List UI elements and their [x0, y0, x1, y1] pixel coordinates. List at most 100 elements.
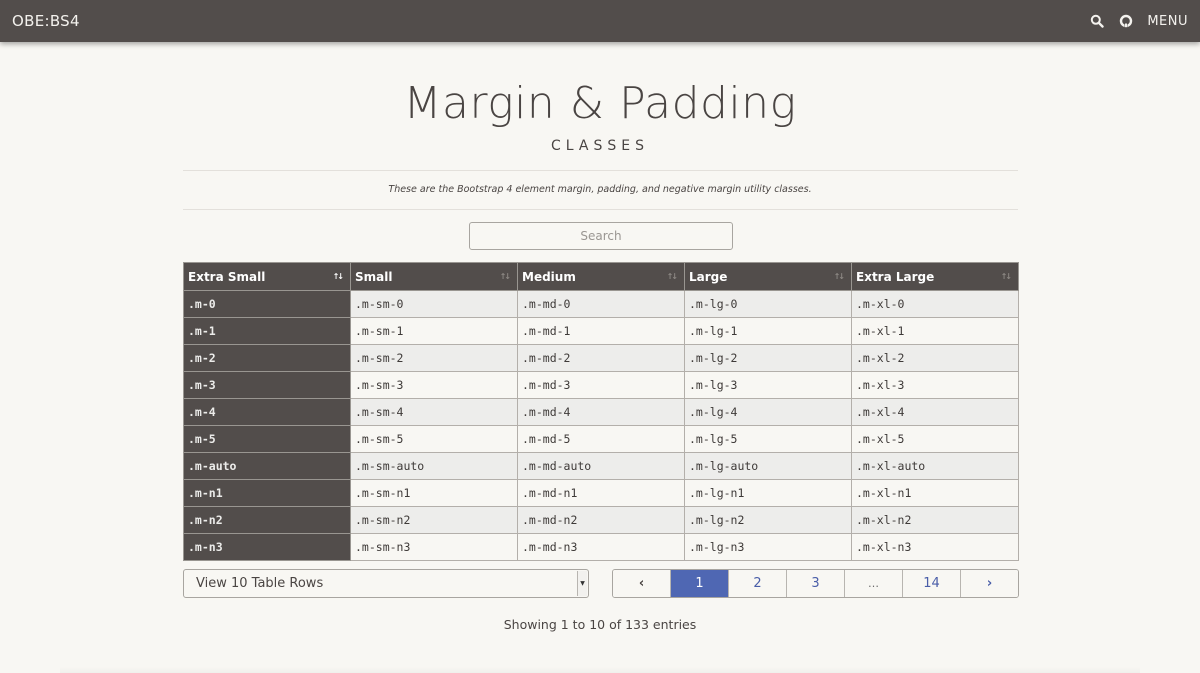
table-cell: .m-0 — [183, 290, 351, 318]
table-cell: .m-5 — [183, 425, 351, 453]
table-cell: .m-md-4 — [517, 398, 685, 426]
footer-shadow — [60, 667, 1140, 673]
table-cell: .m-sm-1 — [350, 317, 518, 345]
table-cell: .m-sm-4 — [350, 398, 518, 426]
table-row: .m-auto .m-sm-auto .m-md-auto .m-lg-auto .m-… — [183, 452, 1019, 480]
sort-icon[interactable]: ↑↓ — [667, 272, 678, 281]
navbar-actions: MENU — [1089, 13, 1188, 29]
table-cell: .m-xl-2 — [851, 344, 1019, 372]
table-cell: .m-lg-2 — [684, 344, 852, 372]
classes-table: Extra Small ↑↓ Small ↑↓ Medium ↑↓ Large ↑↓ E… — [183, 262, 1019, 561]
pagination-prev[interactable]: ‹ — [613, 570, 671, 597]
navbar: OBE:BS4 MENU — [0, 0, 1200, 42]
table-row: .m-n3 .m-sm-n3 .m-md-n3 .m-lg-n3 .m-xl-n3 — [183, 533, 1019, 561]
sort-icon[interactable]: ↑↓ — [1001, 272, 1012, 281]
page-subtitle: CLASSES — [551, 138, 649, 154]
table-cell: .m-2 — [183, 344, 351, 372]
rows-per-page-select[interactable]: View 10 Table Rows ▼ — [183, 569, 589, 598]
table-cell: .m-md-n1 — [517, 479, 685, 507]
table-cell: .m-md-1 — [517, 317, 685, 345]
table-cell: .m-4 — [183, 398, 351, 426]
table-cell: .m-sm-auto — [350, 452, 518, 480]
table-header-row: Extra Small ↑↓ Small ↑↓ Medium ↑↓ Large ↑↓ E… — [183, 262, 1019, 291]
table-cell: .m-xl-3 — [851, 371, 1019, 399]
column-label: Small — [355, 269, 393, 284]
table-cell: .m-sm-n1 — [350, 479, 518, 507]
sort-icon[interactable]: ↑↓ — [500, 272, 511, 281]
table-row: .m-0 .m-sm-0 .m-md-0 .m-lg-0 .m-xl-0 — [183, 290, 1019, 318]
table-cell: .m-md-n3 — [517, 533, 685, 561]
table-cell: .m-xl-0 — [851, 290, 1019, 318]
search-input[interactable] — [469, 222, 733, 250]
table-cell: .m-1 — [183, 317, 351, 345]
table-cell: .m-sm-2 — [350, 344, 518, 372]
pagination-page-14[interactable]: 14 — [903, 570, 961, 597]
table-cell: .m-sm-5 — [350, 425, 518, 453]
table-cell: .m-lg-n1 — [684, 479, 852, 507]
table-cell: .m-md-auto — [517, 452, 685, 480]
menu-button[interactable]: MENU — [1147, 14, 1188, 29]
table-body: .m-0 .m-sm-0 .m-md-0 .m-lg-0 .m-xl-0 .m-1 .m-s… — [183, 290, 1019, 561]
table-cell: .m-auto — [183, 452, 351, 480]
table-cell: .m-lg-auto — [684, 452, 852, 480]
pagination-page-3[interactable]: 3 — [787, 570, 845, 597]
column-label: Medium — [522, 269, 576, 284]
table-cell: .m-md-0 — [517, 290, 685, 318]
column-header-extra-small[interactable]: Extra Small ↑↓ — [183, 262, 351, 291]
table-cell: .m-3 — [183, 371, 351, 399]
table-cell: .m-lg-4 — [684, 398, 852, 426]
pagination: ‹ 1 2 3 … 14 › — [612, 569, 1019, 598]
column-header-extra-large[interactable]: Extra Large ↑↓ — [851, 262, 1019, 291]
table-cell: .m-xl-4 — [851, 398, 1019, 426]
brand-logo[interactable]: OBE:BS4 — [12, 12, 80, 30]
page-description: These are the Bootstrap 4 element margin… — [388, 184, 812, 195]
table-row: .m-n2 .m-sm-n2 .m-md-n2 .m-lg-n2 .m-xl-n2 — [183, 506, 1019, 534]
divider — [183, 209, 1018, 210]
table-cell: .m-sm-0 — [350, 290, 518, 318]
table-cell: .m-n3 — [183, 533, 351, 561]
table-cell: .m-xl-auto — [851, 452, 1019, 480]
table-cell: .m-xl-n1 — [851, 479, 1019, 507]
table-row: .m-5 .m-sm-5 .m-md-5 .m-lg-5 .m-xl-5 — [183, 425, 1019, 453]
table-cell: .m-lg-n2 — [684, 506, 852, 534]
table-cell: .m-md-n2 — [517, 506, 685, 534]
column-header-large[interactable]: Large ↑↓ — [684, 262, 852, 291]
table-cell: .m-n2 — [183, 506, 351, 534]
table-row: .m-3 .m-sm-3 .m-md-3 .m-lg-3 .m-xl-3 — [183, 371, 1019, 399]
table-cell: .m-lg-n3 — [684, 533, 852, 561]
table-row: .m-4 .m-sm-4 .m-md-4 .m-lg-4 .m-xl-4 — [183, 398, 1019, 426]
github-icon[interactable] — [1118, 13, 1134, 29]
column-label: Extra Large — [856, 269, 935, 284]
table-cell: .m-xl-n3 — [851, 533, 1019, 561]
search-icon[interactable] — [1089, 13, 1105, 29]
table-cell: .m-sm-3 — [350, 371, 518, 399]
column-header-medium[interactable]: Medium ↑↓ — [517, 262, 685, 291]
table-cell: .m-sm-n3 — [350, 533, 518, 561]
table-cell: .m-xl-n2 — [851, 506, 1019, 534]
table-info: Showing 1 to 10 of 133 entries — [503, 617, 697, 632]
pagination-next[interactable]: › — [961, 570, 1018, 597]
pagination-page-1[interactable]: 1 — [671, 570, 729, 597]
table-cell: .m-lg-3 — [684, 371, 852, 399]
table-row: .m-n1 .m-sm-n1 .m-md-n1 .m-lg-n1 .m-xl-n1 — [183, 479, 1019, 507]
column-label: Large — [689, 269, 728, 284]
column-label: Extra Small — [188, 269, 266, 284]
dropdown-arrow-icon[interactable]: ▼ — [577, 571, 587, 596]
page-title: Margin & Padding — [403, 78, 797, 129]
table-cell: .m-xl-5 — [851, 425, 1019, 453]
table-row: .m-1 .m-sm-1 .m-md-1 .m-lg-1 .m-xl-1 — [183, 317, 1019, 345]
divider — [183, 170, 1018, 171]
table-cell: .m-lg-0 — [684, 290, 852, 318]
sort-icon[interactable]: ↑↓ — [834, 272, 845, 281]
table-cell: .m-lg-1 — [684, 317, 852, 345]
sort-ascending-icon[interactable]: ↑↓ — [333, 272, 344, 281]
table-cell: .m-md-5 — [517, 425, 685, 453]
table-cell: .m-md-3 — [517, 371, 685, 399]
rows-per-page-value: View 10 Table Rows — [196, 576, 324, 591]
table-cell: .m-lg-5 — [684, 425, 852, 453]
pagination-page-2[interactable]: 2 — [729, 570, 787, 597]
table-row: .m-2 .m-sm-2 .m-md-2 .m-lg-2 .m-xl-2 — [183, 344, 1019, 372]
column-header-small[interactable]: Small ↑↓ — [350, 262, 518, 291]
table-cell: .m-sm-n2 — [350, 506, 518, 534]
table-cell: .m-n1 — [183, 479, 351, 507]
